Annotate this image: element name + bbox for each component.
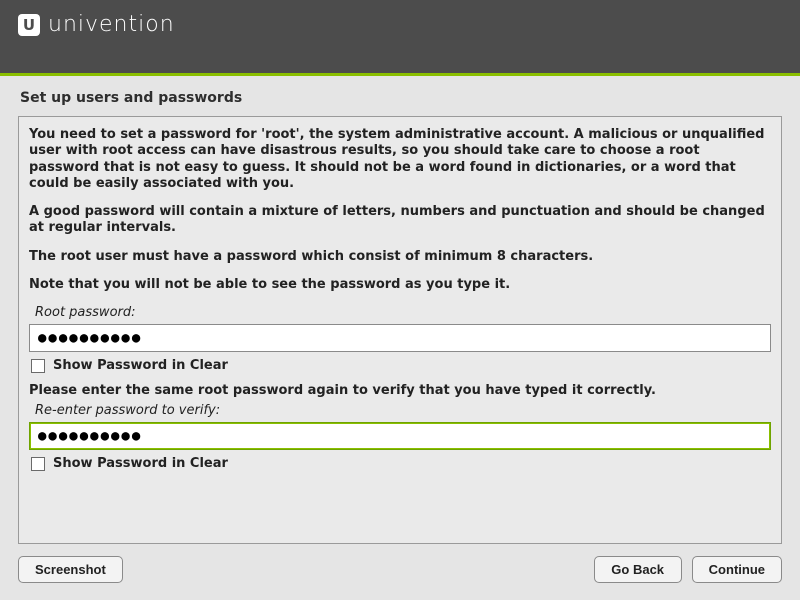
brand: U univention bbox=[18, 12, 175, 37]
show-clear-checkbox-2[interactable] bbox=[31, 457, 45, 471]
instruction-p1: You need to set a password for 'root', t… bbox=[29, 127, 771, 192]
instruction-p4: Note that you will not be able to see th… bbox=[29, 277, 771, 293]
instruction-p2: A good password will contain a mixture o… bbox=[29, 204, 771, 237]
content: Set up users and passwords You need to s… bbox=[0, 76, 800, 544]
go-back-button[interactable]: Go Back bbox=[594, 556, 682, 583]
show-clear-label-2: Show Password in Clear bbox=[53, 456, 228, 471]
root-password-label: Root password: bbox=[35, 305, 771, 320]
show-clear-label-1: Show Password in Clear bbox=[53, 358, 228, 373]
main-panel: You need to set a password for 'root', t… bbox=[18, 116, 782, 544]
footer-right: Go Back Continue bbox=[594, 556, 782, 583]
footer: Screenshot Go Back Continue bbox=[0, 544, 800, 583]
verify-prompt: Please enter the same root password agai… bbox=[29, 383, 771, 399]
screenshot-button[interactable]: Screenshot bbox=[18, 556, 123, 583]
show-clear-checkbox-1[interactable] bbox=[31, 359, 45, 373]
brand-logo-icon: U bbox=[18, 14, 40, 36]
header: U univention bbox=[0, 0, 800, 76]
page-title: Set up users and passwords bbox=[18, 88, 782, 116]
continue-button[interactable]: Continue bbox=[692, 556, 782, 583]
show-clear-row-2[interactable]: Show Password in Clear bbox=[31, 456, 771, 471]
show-clear-row-1[interactable]: Show Password in Clear bbox=[31, 358, 771, 373]
brand-name: univention bbox=[48, 12, 175, 37]
verify-password-input[interactable] bbox=[29, 422, 771, 450]
instruction-p3: The root user must have a password which… bbox=[29, 249, 771, 265]
root-password-input[interactable] bbox=[29, 324, 771, 352]
verify-password-label: Re-enter password to verify: bbox=[35, 403, 771, 418]
